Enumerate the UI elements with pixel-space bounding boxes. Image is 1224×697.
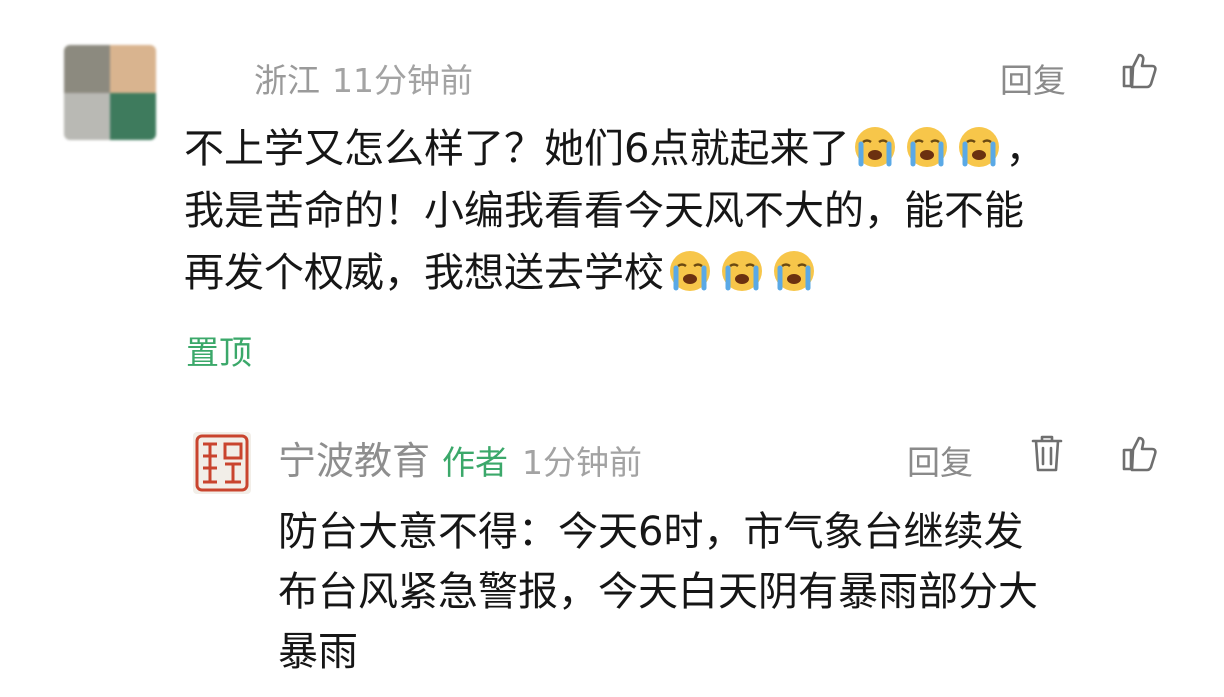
emoji-group (664, 250, 820, 296)
reply-reply-button[interactable]: 回复 (907, 436, 973, 484)
comment-text-1: 不上学又怎么样了？她们6点就起来了 (184, 126, 850, 172)
emoji-group (849, 126, 1005, 172)
crying-face-emoji-icon (855, 127, 896, 167)
comment-line: 我是苦命的！小编我看看今天风不大的，能不能 (184, 188, 1024, 234)
reply-line: 布台风紧急警报，今天白天阴有暴雨部分大 (278, 569, 1038, 615)
trash-icon (1031, 435, 1063, 472)
comment-text-3: 再发个权威，我想送去学校 (184, 250, 664, 296)
like-button[interactable] (1120, 50, 1160, 94)
comment-line: 再发个权威，我想送去学校 (184, 242, 1184, 304)
reply-line: 防台大意不得：今天6时，市气象台继续发 (278, 509, 1024, 555)
author-badge: 作者 (442, 443, 509, 482)
commenter-avatar[interactable] (64, 45, 156, 140)
reply-time: 1分钟前 (522, 443, 643, 482)
redacted-name-part (190, 66, 254, 96)
thumbs-up-icon (1122, 436, 1157, 472)
comment-punct: ， (1005, 126, 1046, 172)
reply-header: 宁波教育 作者 1分钟前 (278, 430, 642, 485)
comment-time: 11分钟前 (332, 61, 473, 100)
author-name[interactable]: 宁波教育 (278, 439, 430, 483)
pinned-label: 置顶 (186, 333, 252, 372)
thumbs-up-icon (1122, 53, 1157, 89)
delete-button[interactable] (1030, 433, 1064, 477)
crying-face-emoji-icon (722, 251, 762, 291)
reply-line: 暴雨 (278, 629, 358, 675)
comment-body: 不上学又怎么样了？她们6点就起来了 ， 我是苦命的！小编我看看今天风不大的，能不能… (184, 118, 1184, 304)
seal-logo-icon (195, 434, 249, 492)
crying-face-emoji-icon (907, 127, 948, 167)
crying-face-emoji-icon (959, 127, 1000, 167)
crying-face-emoji-icon (670, 251, 710, 291)
commenter-name[interactable]: 浙江 (254, 61, 320, 100)
reply-button[interactable]: 回复 (1000, 54, 1066, 102)
author-avatar[interactable] (193, 432, 251, 494)
reply-body: 防台大意不得：今天6时，市气象台继续发 布台风紧急警报，今天白天阴有暴雨部分大 … (278, 502, 1158, 682)
comment-line: 不上学又怎么样了？她们6点就起来了 ， (184, 118, 1184, 180)
reply-like-button[interactable] (1120, 433, 1160, 477)
comment-header: 浙江 11分钟前 (190, 54, 473, 102)
crying-face-emoji-icon (774, 251, 814, 291)
